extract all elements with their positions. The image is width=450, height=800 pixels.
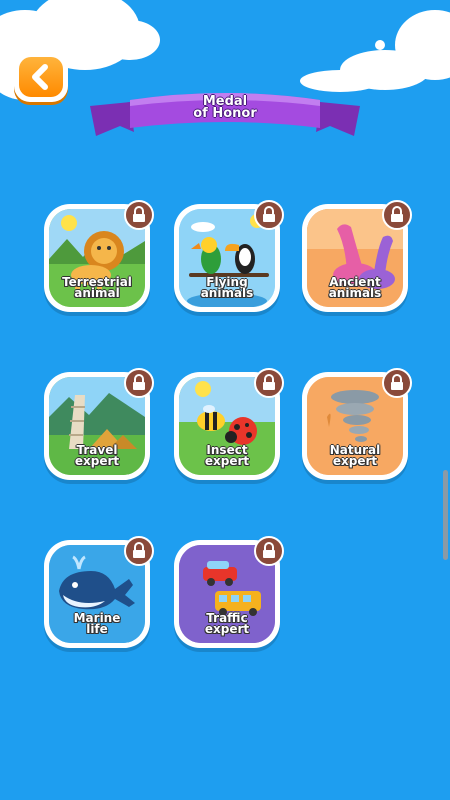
medal-label: Ancient animals xyxy=(328,275,382,300)
scrollbar[interactable] xyxy=(443,470,448,560)
medal-label: Natural expert xyxy=(329,443,381,468)
lock-icon xyxy=(124,200,154,230)
page-title: Medal of Honor xyxy=(193,94,257,121)
medal-card-ancient-animals[interactable]: Ancient animals xyxy=(302,200,412,312)
chevron-left-icon xyxy=(32,64,48,90)
medal-label: Flying animals xyxy=(200,275,254,300)
medal-card-marine-life[interactable]: Marine life xyxy=(44,536,154,648)
medal-card-traffic-expert[interactable]: Traffic expert xyxy=(174,536,284,648)
medal-card-travel-expert[interactable]: Travel expert xyxy=(44,368,154,480)
title-banner: Medal of Honor xyxy=(90,92,360,154)
medal-label: Insect expert xyxy=(204,443,250,468)
medal-card-terrestrial-animal[interactable]: Terrestrial animal xyxy=(44,200,154,312)
lock-icon xyxy=(254,536,284,566)
lock-icon xyxy=(254,368,284,398)
lock-icon xyxy=(124,536,154,566)
medal-label: Marine life xyxy=(73,611,121,636)
back-button[interactable] xyxy=(14,52,68,102)
lock-icon xyxy=(382,368,412,398)
medal-card-insect-expert[interactable]: Insect expert xyxy=(174,368,284,480)
lock-icon xyxy=(124,368,154,398)
medal-label: Travel expert xyxy=(74,443,120,468)
medal-label: Traffic expert xyxy=(204,611,250,636)
medal-label: Terrestrial animal xyxy=(62,275,132,300)
lock-icon xyxy=(382,200,412,230)
medal-card-natural-expert[interactable]: Natural expert xyxy=(302,368,412,480)
medal-card-flying-animals[interactable]: Flying animals xyxy=(174,200,284,312)
lock-icon xyxy=(254,200,284,230)
